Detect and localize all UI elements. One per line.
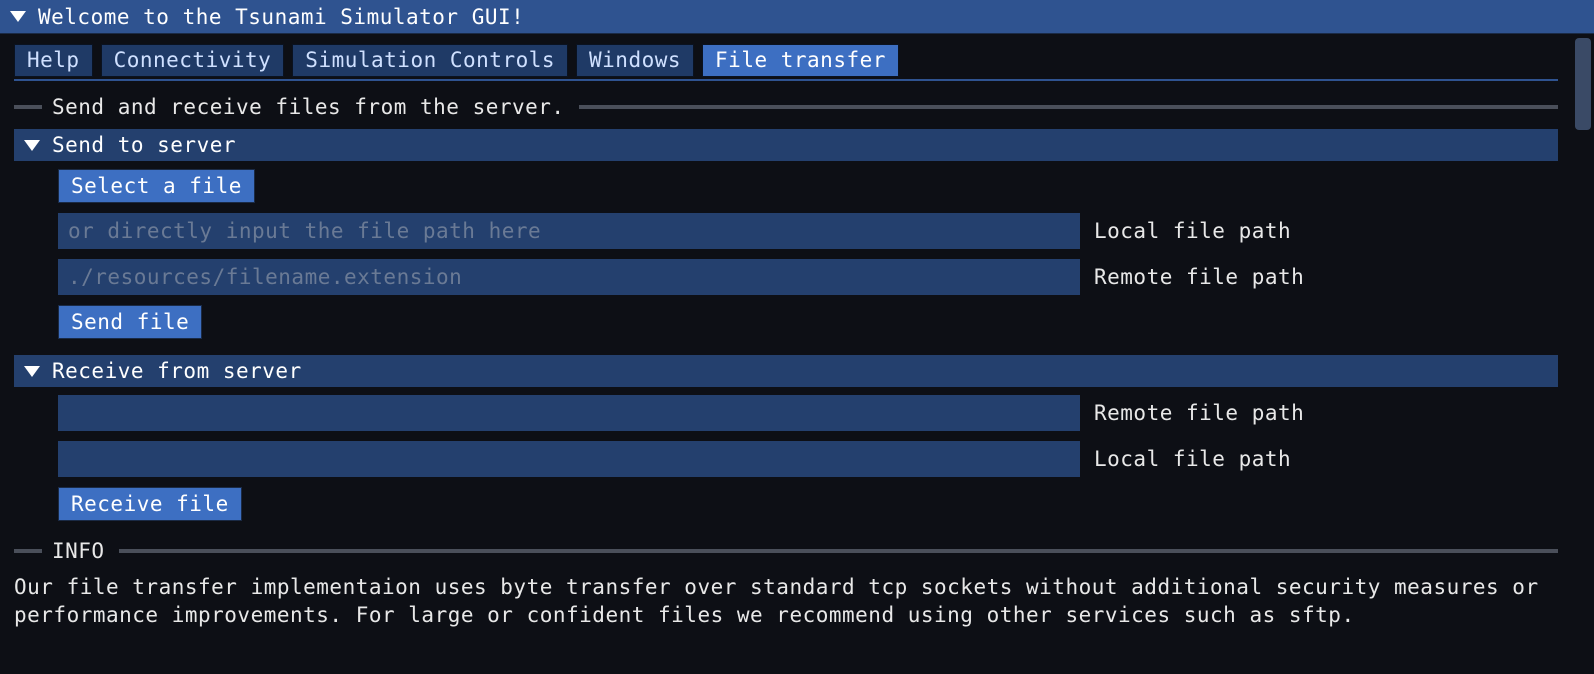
tab-underline: [14, 79, 1558, 81]
separator-line-icon: [14, 105, 42, 109]
separator-line-icon: [14, 549, 42, 553]
content-wrap: Help Connectivity Simulation Controls Wi…: [0, 34, 1594, 674]
tab-bar: Help Connectivity Simulation Controls Wi…: [14, 44, 1558, 77]
tab-simulation-controls[interactable]: Simulation Controls: [292, 44, 568, 77]
receive-section-header[interactable]: Receive from server: [14, 355, 1558, 387]
send-section-header[interactable]: Send to server: [14, 129, 1558, 161]
send-section-body: Select a file Local file path Remote fil…: [58, 169, 1548, 349]
send-remote-row: Remote file path: [58, 259, 1548, 295]
send-remote-path-input[interactable]: [58, 259, 1080, 295]
separator-line-icon: [579, 105, 1558, 109]
send-file-button[interactable]: Send file: [58, 305, 202, 339]
section-description: Send and receive files from the server.: [52, 95, 565, 119]
separator-line-icon: [119, 549, 1558, 553]
receive-remote-path-label: Remote file path: [1094, 401, 1304, 425]
receive-local-path-label: Local file path: [1094, 447, 1291, 471]
receive-local-row: Local file path: [58, 441, 1548, 477]
app-window: Welcome to the Tsunami Simulator GUI! He…: [0, 0, 1594, 674]
send-local-path-label: Local file path: [1094, 219, 1291, 243]
collapse-icon: [10, 11, 26, 22]
window-titlebar[interactable]: Welcome to the Tsunami Simulator GUI!: [0, 0, 1594, 34]
receive-remote-path-input[interactable]: [58, 395, 1080, 431]
receive-file-button[interactable]: Receive file: [58, 487, 242, 521]
scrollbar-thumb[interactable]: [1575, 38, 1591, 130]
content-area: Help Connectivity Simulation Controls Wi…: [0, 34, 1572, 674]
send-remote-path-label: Remote file path: [1094, 265, 1304, 289]
info-text: Our file transfer implementaion uses byt…: [14, 573, 1558, 630]
chevron-down-icon: [24, 140, 40, 151]
send-local-row: Local file path: [58, 213, 1548, 249]
receive-local-path-input[interactable]: [58, 441, 1080, 477]
info-header: INFO: [52, 539, 105, 563]
tab-file-transfer[interactable]: File transfer: [702, 44, 899, 77]
receive-section-body: Remote file path Local file path Receive…: [58, 395, 1548, 531]
receive-section-title: Receive from server: [52, 359, 302, 383]
send-section-title: Send to server: [52, 133, 236, 157]
chevron-down-icon: [24, 366, 40, 377]
tab-windows[interactable]: Windows: [576, 44, 694, 77]
tab-connectivity[interactable]: Connectivity: [101, 44, 285, 77]
select-file-button[interactable]: Select a file: [58, 169, 255, 203]
receive-remote-row: Remote file path: [58, 395, 1548, 431]
vertical-scrollbar[interactable]: [1572, 34, 1594, 674]
send-local-path-input[interactable]: [58, 213, 1080, 249]
section-separator: Send and receive files from the server.: [14, 95, 1558, 119]
info-separator: INFO: [14, 539, 1558, 563]
tab-help[interactable]: Help: [14, 44, 93, 77]
window-title: Welcome to the Tsunami Simulator GUI!: [38, 5, 524, 29]
